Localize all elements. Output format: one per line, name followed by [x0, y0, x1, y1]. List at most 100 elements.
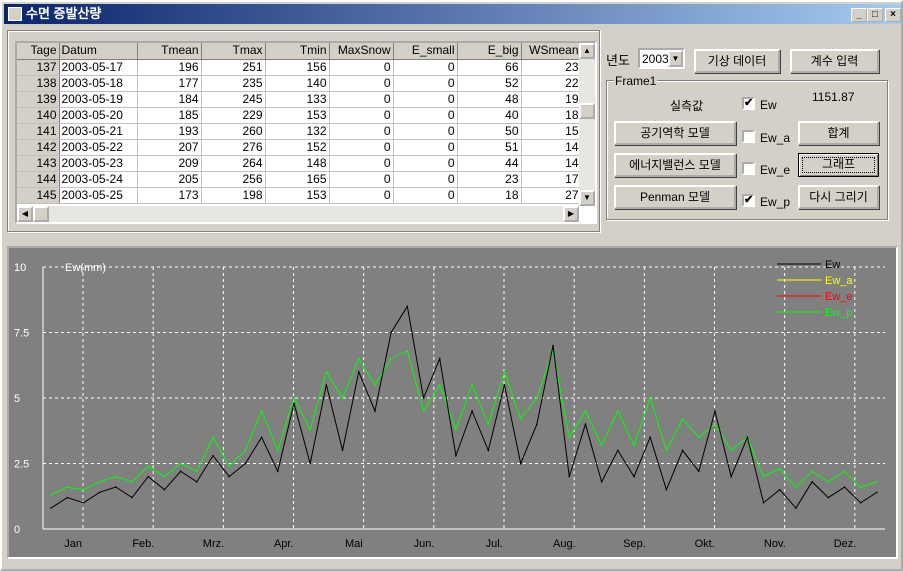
table-row[interactable]: 138 2003-05-18 177 235 140 0 0 52 22: [17, 75, 582, 92]
data-point-ew-p: [115, 475, 117, 478]
column-header-datum[interactable]: Datum: [59, 43, 138, 60]
y-tick-label: 7.5: [14, 328, 29, 340]
minimize-button[interactable]: _: [851, 8, 867, 22]
cell-e_big: 48: [457, 91, 522, 108]
table-row[interactable]: 140 2003-05-20 185 229 153 0 0 40 18: [17, 107, 582, 124]
column-header-tage[interactable]: Tage: [17, 43, 60, 60]
checkbox-label: Ew: [760, 98, 777, 112]
app-window: 수면 증발산량 _ □ × Tage Datum Tmean Tmax Tmin MaxS…: [0, 0, 903, 571]
year-select[interactable]: 2003 ▼: [638, 48, 685, 69]
data-point-ew: [98, 491, 101, 494]
checkbox-ew-a[interactable]: [742, 130, 755, 143]
data-point-ew: [212, 454, 214, 457]
cell-tmin: 153: [265, 107, 330, 124]
penman-model-button[interactable]: Penman 모델: [614, 185, 736, 209]
close-button[interactable]: ×: [885, 8, 901, 22]
checkbox-label: Ew_e: [760, 163, 791, 177]
data-point-ew-p: [50, 494, 52, 496]
y-tick-label: 0: [14, 524, 20, 536]
cell-wsmean: 15: [521, 123, 582, 140]
column-header-e_small[interactable]: E_small: [393, 43, 458, 60]
table-row[interactable]: 141 2003-05-21 193 260 132 0 0 50 15: [17, 123, 582, 140]
weather-data-button[interactable]: 기상 데이터: [694, 49, 780, 73]
sum-button[interactable]: 합계: [798, 121, 879, 145]
legend-label: Ew_e: [825, 291, 853, 303]
graph-button[interactable]: 그래프: [798, 153, 879, 177]
cell-tmean: 177: [137, 75, 202, 92]
hscroll-thumb[interactable]: [33, 206, 49, 222]
frame1-title: Frame1: [614, 74, 658, 88]
column-header-tmean[interactable]: Tmean: [137, 43, 202, 60]
data-point-ew: [859, 502, 862, 504]
data-grid[interactable]: Tage Datum Tmean Tmax Tmin MaxSnow E_small E_bi…: [15, 41, 597, 224]
horizontal-scrollbar[interactable]: ◀ ▶: [17, 206, 579, 222]
data-point-ew: [568, 475, 571, 478]
data-point-ew-p: [341, 397, 344, 399]
chevron-down-icon[interactable]: ▼: [668, 50, 683, 67]
data-point-ew: [584, 423, 587, 425]
data-point-ew: [697, 470, 700, 473]
table-row[interactable]: 139 2003-05-19 184 245 133 0 0 48 19: [17, 91, 582, 108]
x-tick-label: Mrz.: [203, 538, 224, 550]
vertical-scrollbar[interactable]: ▲ ▼: [579, 43, 595, 206]
column-header-wsmean[interactable]: WSmean: [521, 43, 582, 60]
checkbox-ew[interactable]: ✔: [742, 97, 755, 110]
data-point-ew: [536, 423, 538, 425]
cell-tage: 144: [17, 171, 60, 188]
data-point-ew-p: [325, 371, 328, 373]
table-row[interactable]: 145 2003-05-25 173 198 153 0 0 18 27: [17, 187, 582, 204]
scroll-down-button[interactable]: ▼: [579, 190, 595, 206]
cell-wsmean: 27: [521, 187, 582, 204]
data-point-ew: [843, 486, 846, 488]
data-point-ew-p: [390, 357, 392, 360]
cell-e_small: 0: [393, 107, 458, 124]
table-row[interactable]: 144 2003-05-24 205 256 165 0 0 23 17: [17, 171, 582, 188]
checkbox-ew-e[interactable]: [742, 162, 755, 175]
data-point-ew: [244, 462, 247, 465]
cell-datum: 2003-05-23: [59, 155, 138, 172]
data-table: Tage Datum Tmean Tmax Tmin MaxSnow E_small E_bi…: [17, 43, 582, 204]
data-point-ew: [730, 475, 732, 478]
cell-e_big: 51: [457, 139, 522, 156]
data-point-ew-p: [487, 423, 490, 425]
data-point-ew: [827, 496, 830, 499]
data-point-ew: [649, 436, 652, 439]
coefficient-input-button[interactable]: 계수 입력: [790, 49, 879, 73]
cell-tmax: 198: [201, 187, 266, 204]
checkbox-ew-p[interactable]: ✔: [742, 194, 755, 207]
cell-tage: 140: [17, 107, 60, 124]
maximize-button[interactable]: □: [867, 8, 883, 22]
data-point-ew-p: [843, 470, 846, 473]
data-point-ew: [811, 481, 813, 483]
data-point-ew: [455, 454, 457, 457]
energy-balance-model-button[interactable]: 에너지밸런스 모델: [614, 153, 736, 177]
year-value: 2003: [642, 52, 669, 66]
cell-wsmean: 22: [521, 75, 582, 92]
redraw-button[interactable]: 다시 그리기: [798, 185, 879, 209]
data-point-ew: [260, 436, 263, 439]
cell-e_small: 0: [393, 91, 458, 108]
column-header-e_big[interactable]: E_big: [457, 43, 522, 60]
x-tick-label: Aug.: [553, 538, 576, 550]
x-tick-label: Okt.: [695, 538, 715, 550]
cell-wsmean: 23: [521, 59, 582, 76]
table-row[interactable]: 143 2003-05-23 209 264 148 0 0 44 14: [17, 155, 582, 172]
column-header-tmax[interactable]: Tmax: [201, 43, 266, 60]
scroll-right-button[interactable]: ▶: [563, 206, 579, 222]
data-point-ew: [50, 507, 52, 509]
aerodynamic-model-button[interactable]: 공기역학 모델: [614, 121, 736, 145]
scroll-up-button[interactable]: ▲: [579, 43, 595, 59]
table-row[interactable]: 137 2003-05-17 196 251 156 0 0 66 23: [17, 59, 582, 76]
scroll-thumb[interactable]: [579, 103, 595, 119]
table-row[interactable]: 142 2003-05-22 207 276 152 0 0 51 14: [17, 139, 582, 156]
cell-e_big: 44: [457, 155, 522, 172]
cell-tmin: 152: [265, 139, 330, 156]
y-axis-label: Ew(mm): [65, 262, 106, 274]
window-title: 수면 증발산량: [26, 6, 102, 21]
data-point-ew: [600, 481, 603, 483]
column-header-maxsnow[interactable]: MaxSnow: [329, 43, 394, 60]
scroll-left-button[interactable]: ◀: [17, 206, 33, 222]
data-point-ew: [471, 410, 473, 412]
data-point-ew: [633, 475, 635, 478]
column-header-tmin[interactable]: Tmin: [265, 43, 330, 60]
